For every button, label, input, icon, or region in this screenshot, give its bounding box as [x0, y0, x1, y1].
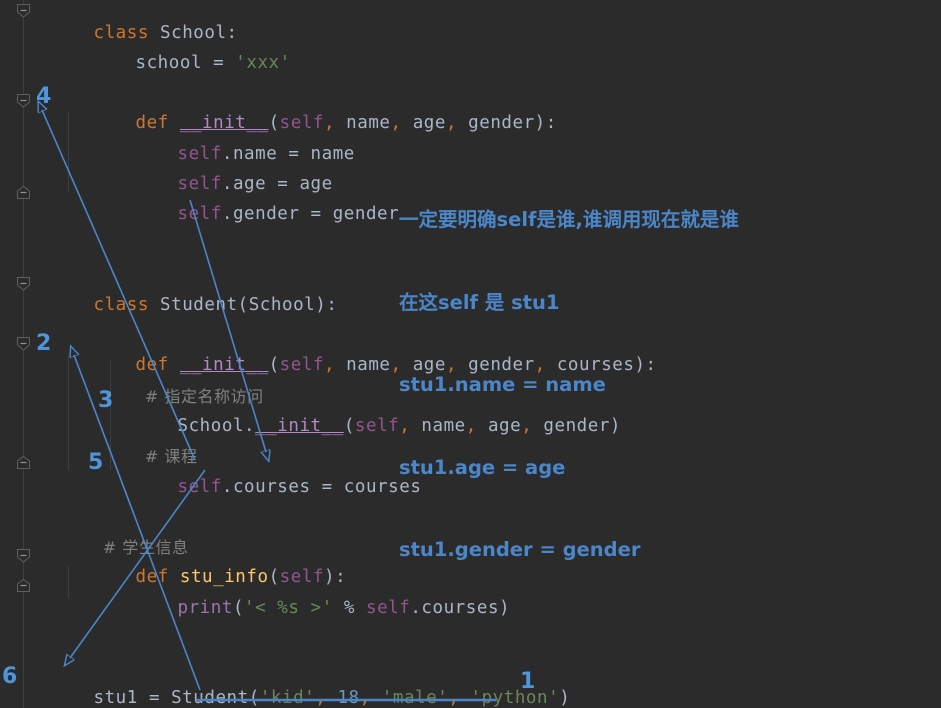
token-self: self	[354, 416, 400, 436]
token-string: 'python'	[470, 688, 560, 708]
token-comma: ,	[359, 688, 371, 708]
step-number-2: 2	[36, 331, 52, 356]
code-line: self.courses = courses	[111, 456, 421, 519]
annotation-note: 一定要明确self是谁,谁调用现在就是谁 在这self 是 stu1 stu1.…	[399, 151, 739, 619]
token-self: self	[177, 204, 222, 224]
token-comma: ,	[315, 688, 327, 708]
token-plain: )	[559, 688, 571, 708]
token-plain: name	[335, 355, 391, 375]
annotation-line: stu1.name = name	[399, 373, 606, 396]
token-self: self	[279, 355, 324, 375]
token-plain: .gender = gender	[221, 204, 400, 224]
token-comma: ,	[445, 113, 458, 133]
annotation-line: 在这self 是 stu1	[399, 290, 560, 314]
token-plain: Student(School):	[148, 295, 338, 315]
token-builtin: print	[177, 598, 233, 618]
token-plain: stu1 = Student(	[93, 688, 260, 708]
step-number-4: 4	[36, 84, 52, 109]
code-line: school = 'xxx'	[69, 32, 291, 95]
token-dunder: __init__	[255, 416, 344, 436]
token-plain: (	[343, 416, 355, 436]
step-number-1: 1	[520, 669, 536, 694]
token-plain: gender):	[457, 113, 557, 133]
token-plain: (	[268, 355, 280, 375]
annotation-line: stu1.age = age	[399, 455, 566, 479]
code-line: class Student(School):	[27, 274, 337, 337]
token-comma: ,	[324, 355, 336, 375]
token-string: '< %s >'	[244, 598, 333, 618]
token-plain: school =	[135, 53, 236, 73]
token-plain: %	[332, 598, 366, 618]
token-string: 'male'	[381, 688, 449, 708]
annotation-line: 一定要明确self是谁,谁调用现在就是谁	[399, 208, 739, 231]
token-self: self	[177, 477, 222, 497]
token-plain: .courses = courses	[221, 477, 422, 497]
step-number-3: 3	[98, 388, 114, 413]
token-string: 'kid'	[259, 688, 316, 708]
code-line: stu1 = Student('kid', 18, 'male', 'pytho…	[27, 667, 570, 708]
code-line: self.gender = gender	[111, 183, 399, 246]
token-keyword: class	[93, 295, 149, 315]
token-comma: ,	[448, 688, 460, 708]
step-number-5: 5	[88, 450, 104, 475]
token-plain: age	[401, 113, 446, 133]
annotation-line: stu1.gender = gender	[399, 538, 641, 561]
step-number-6: 6	[2, 664, 18, 689]
code-editor-screenshot: class School: school = 'xxx' def __init_…	[0, 0, 941, 708]
token-number: 18	[337, 688, 360, 708]
token-comma: ,	[390, 113, 402, 133]
token-string: 'xxx'	[235, 53, 291, 73]
token-plain: (	[232, 598, 245, 618]
